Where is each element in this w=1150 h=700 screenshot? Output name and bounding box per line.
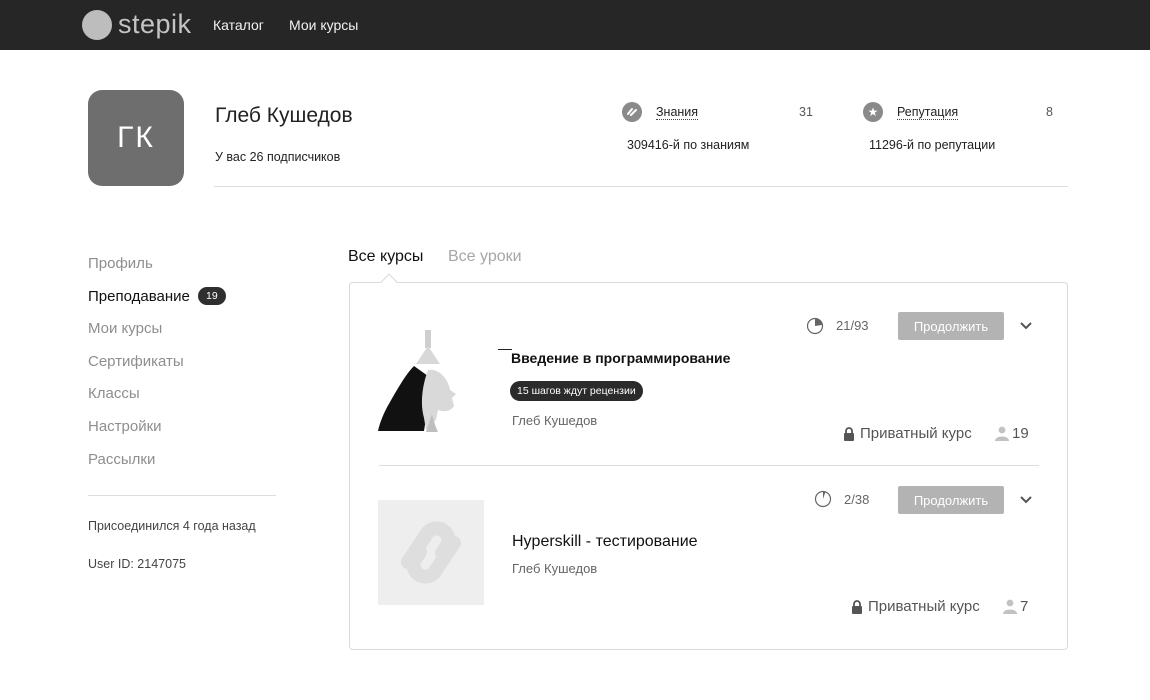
knowledge-link[interactable]: Знания — [656, 105, 699, 120]
course-author[interactable]: Глеб Кушедов — [512, 413, 597, 428]
nav-catalog[interactable]: Каталог — [213, 17, 264, 33]
learners-value: 7 — [1020, 598, 1029, 615]
user-icon — [1003, 599, 1017, 614]
course-cover-image[interactable] — [378, 500, 484, 605]
course-cover-image[interactable] — [376, 330, 466, 434]
sidebar-item-label: Мои курсы — [88, 320, 163, 337]
private-label-text: Приватный курс — [868, 598, 980, 615]
logo-dot-icon — [82, 9, 112, 40]
private-course-label: Приватный курс — [843, 425, 972, 442]
progress-pie-icon — [806, 317, 824, 340]
review-badge[interactable]: 15 шагов ждут рецензии — [510, 381, 643, 401]
stepik-logo[interactable]: stepik — [82, 9, 192, 40]
sidebar-item-mailings[interactable]: Рассылки — [88, 451, 155, 468]
continue-button[interactable]: Продолжить — [898, 312, 1004, 340]
star-icon: ★ — [863, 102, 883, 122]
sidebar-item-label: Преподавание — [88, 287, 190, 305]
learners-value: 19 — [1012, 425, 1029, 442]
decorative-line — [498, 349, 512, 350]
sidebar-item-settings[interactable]: Настройки — [88, 418, 162, 435]
user-name: Глеб Кушедов — [215, 104, 353, 127]
sidebar-item-classes[interactable]: Классы — [88, 385, 140, 402]
lock-icon — [852, 599, 862, 614]
sidebar-item-label: Профиль — [88, 255, 153, 272]
avatar[interactable]: ГК — [88, 90, 184, 186]
knowledge-value: 31 — [799, 105, 813, 119]
private-label-text: Приватный курс — [860, 425, 972, 442]
reputation-rank: 11296-й по репутации — [869, 138, 996, 152]
joined-date: Присоединился 4 года назад — [88, 519, 256, 533]
course-title[interactable]: Hyperskill - тестирование — [512, 533, 698, 551]
sidebar-item-my-courses[interactable]: Мои курсы — [88, 320, 162, 337]
sidebar-item-certificates[interactable]: Сертификаты — [88, 353, 184, 370]
lock-icon — [844, 426, 854, 441]
user-icon — [995, 426, 1009, 441]
sidebar-item-profile[interactable]: Профиль — [88, 255, 153, 272]
knowledge-rank: 309416-й по знаниям — [627, 138, 750, 152]
teaching-count-badge: 19 — [197, 287, 226, 305]
progress-pie-icon — [814, 490, 832, 513]
user-id: User ID: 2147075 — [88, 557, 186, 571]
continue-button[interactable]: Продолжить — [898, 486, 1004, 514]
knowledge-icon — [622, 102, 642, 122]
top-navbar: stepik Каталог Мои курсы — [0, 0, 1150, 50]
sidebar-item-label: Классы — [88, 385, 140, 402]
course-title[interactable]: Введение в программирование — [511, 350, 730, 366]
progress-text: 2/38 — [844, 492, 870, 507]
progress-wedge — [815, 318, 823, 326]
tab-all-courses[interactable]: Все курсы — [348, 248, 423, 266]
sidebar-item-label: Сертификаты — [88, 353, 184, 370]
course-author[interactable]: Глеб Кушедов — [512, 561, 597, 576]
chevron-down-icon[interactable] — [1016, 316, 1036, 336]
learners-count: 19 — [995, 425, 1029, 442]
nav-my-courses[interactable]: Мои курсы — [289, 17, 358, 33]
course-divider — [379, 465, 1039, 466]
learners-count: 7 — [1003, 598, 1028, 615]
tab-all-lessons[interactable]: Все уроки — [448, 248, 522, 266]
sidebar-item-label: Рассылки — [88, 451, 156, 468]
sidebar-divider — [88, 495, 276, 496]
logo-text: stepik — [118, 9, 192, 39]
chevron-down-icon[interactable] — [1016, 490, 1036, 510]
header-divider — [214, 186, 1068, 187]
reputation-value: 8 — [1046, 105, 1053, 119]
subscribers-count[interactable]: У вас 26 подписчиков — [215, 150, 340, 164]
sidebar-item-label: Настройки — [88, 418, 162, 435]
progress-text: 21/93 — [836, 318, 869, 333]
sidebar-item-teaching[interactable]: Преподавание 19 — [88, 287, 226, 305]
private-course-label: Приватный курс — [851, 598, 980, 615]
reputation-link[interactable]: Репутация — [897, 105, 959, 120]
